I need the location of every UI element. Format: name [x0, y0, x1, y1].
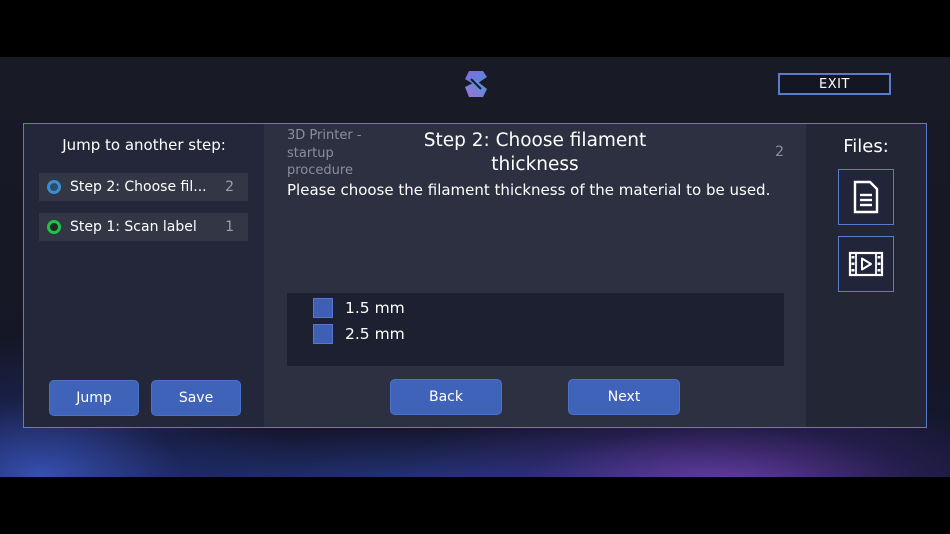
- step-list-item-2[interactable]: Step 2: Choose fil... 2: [39, 173, 248, 201]
- step-list-item-label: Step 2: Choose fil...: [70, 179, 207, 195]
- step-content: 3D Printer - startup procedure Step 2: C…: [264, 124, 806, 427]
- document-file-button[interactable]: [838, 169, 894, 225]
- next-button[interactable]: Next: [568, 379, 680, 415]
- step-list-item-1[interactable]: Step 1: Scan label 1: [39, 213, 248, 241]
- step-list-item-number: 2: [225, 179, 234, 195]
- status-circle-green-icon: [47, 220, 61, 234]
- option-checkbox[interactable]: [313, 298, 333, 318]
- brand-s-logo-icon: [465, 71, 487, 97]
- step-list-item-label: Step 1: Scan label: [70, 219, 197, 235]
- letterbox-bottom: [0, 477, 950, 534]
- exit-button[interactable]: EXIT: [778, 73, 891, 95]
- option-2-5-mm[interactable]: 2.5 mm: [313, 324, 405, 344]
- save-button[interactable]: Save: [151, 380, 241, 416]
- files-panel: Files:: [806, 124, 926, 427]
- status-circle-blue-icon: [47, 180, 61, 194]
- document-icon: [853, 180, 879, 214]
- option-label: 2.5 mm: [345, 325, 405, 343]
- back-button[interactable]: Back: [390, 379, 502, 415]
- options-list: 1.5 mm 2.5 mm: [287, 293, 784, 366]
- video-file-button[interactable]: [838, 236, 894, 292]
- step-index: 2: [775, 144, 784, 160]
- step-panel-frame: Jump to another step: Step 2: Choose fil…: [23, 123, 927, 428]
- letterbox-top: [0, 0, 950, 57]
- app-stage: EXIT Jump to another step: Step 2: Choos…: [0, 57, 950, 477]
- step-title: Step 2: Choose filament thickness: [423, 130, 647, 175]
- video-icon: [848, 251, 884, 277]
- step-navigator-title: Jump to another step:: [62, 136, 226, 154]
- step-navigator: Jump to another step: Step 2: Choose fil…: [24, 124, 264, 427]
- jump-button[interactable]: Jump: [49, 380, 139, 416]
- option-checkbox[interactable]: [313, 324, 333, 344]
- option-label: 1.5 mm: [345, 299, 405, 317]
- files-title: Files:: [843, 136, 889, 157]
- breadcrumb: 3D Printer - startup procedure: [287, 128, 362, 178]
- step-list-item-number: 1: [225, 219, 234, 235]
- option-1-5-mm[interactable]: 1.5 mm: [313, 298, 405, 318]
- step-instructions: Please choose the filament thickness of …: [287, 181, 771, 199]
